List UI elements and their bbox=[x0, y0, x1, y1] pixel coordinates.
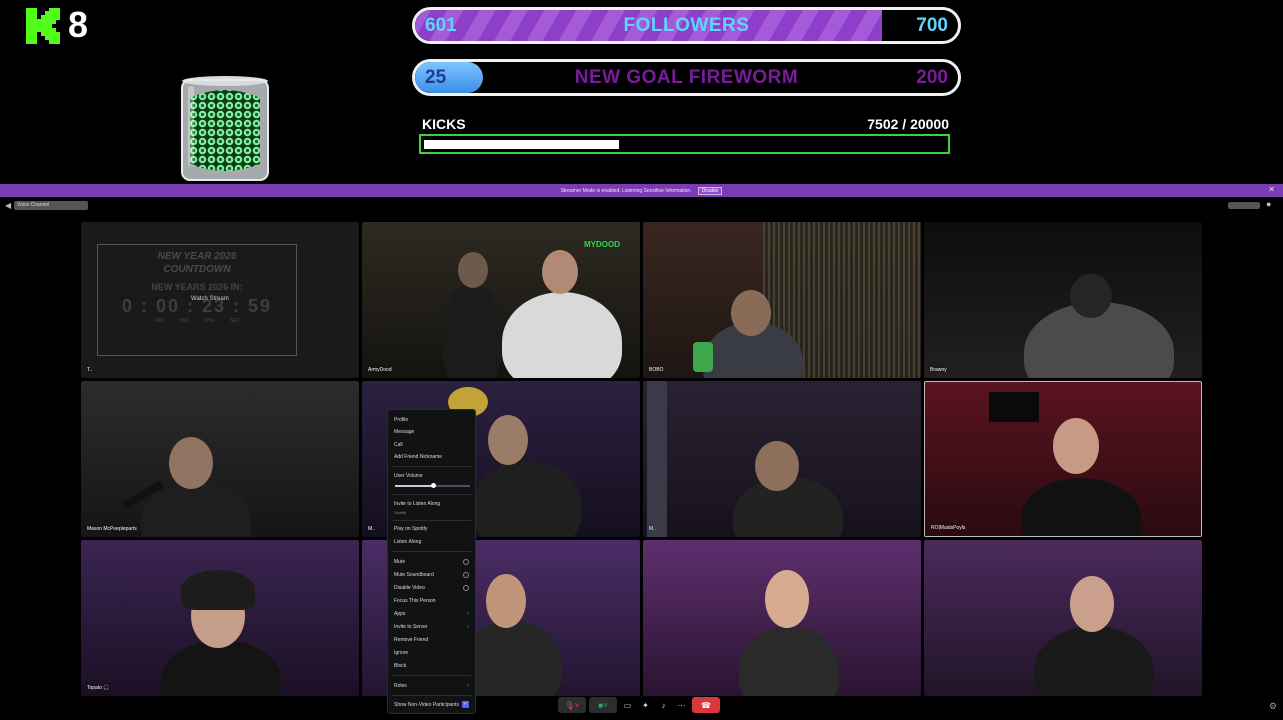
microphone-muted-icon[interactable]: 🎙︎˅ bbox=[558, 697, 586, 713]
voice-channel-name[interactable]: Voice Channel bbox=[14, 201, 88, 210]
participant-name: BOBO bbox=[649, 367, 664, 373]
checkmark-icon[interactable]: ✓ bbox=[462, 701, 469, 708]
followers-target: 700 bbox=[916, 14, 948, 36]
activities-icon[interactable]: ✦ bbox=[638, 697, 653, 713]
menu-item-invite-to-server-label: Invite to Server bbox=[394, 624, 428, 630]
participant-name: M.. bbox=[368, 526, 375, 532]
menu-item-apps-label: Apps bbox=[394, 611, 406, 617]
chevron-right-icon: › bbox=[467, 624, 469, 630]
kicks-value: 7502 / 20000 bbox=[867, 116, 949, 132]
mute-soundboard-checkbox[interactable] bbox=[463, 572, 469, 578]
menu-item-roles-label: Roles bbox=[394, 683, 407, 689]
video-tile[interactable]: Mason McPeepleparts bbox=[81, 381, 359, 537]
video-tile[interactable]: NEW YEAR 2026 COUNTDOWN NEW YEARS 2026 I… bbox=[81, 222, 359, 378]
watch-stream-button[interactable]: Watch Stream bbox=[191, 296, 229, 302]
participant-name: Brawny bbox=[930, 367, 947, 373]
menu-item-ignore[interactable]: Ignore bbox=[394, 649, 469, 657]
disable-streamer-mode-button[interactable]: Disable bbox=[697, 186, 723, 195]
menu-item-listen-along[interactable]: Listen Along bbox=[394, 538, 469, 546]
menu-item-disable-video-label: Disable Video bbox=[394, 585, 425, 591]
countdown-subtitle: NEW YEARS 2026 IN: bbox=[151, 282, 243, 292]
chevron-right-icon: › bbox=[467, 683, 469, 689]
participant-name: Topato 🎧 bbox=[87, 685, 110, 691]
banner-text: Streamer Mode is enabled. Listening Sens… bbox=[560, 187, 692, 194]
menu-item-roles[interactable]: Roles › bbox=[394, 682, 469, 690]
participant-name: RO|MaidsPoyls bbox=[931, 525, 966, 531]
streamer-mode-banner: Streamer Mode is enabled. Listening Sens… bbox=[0, 184, 1283, 197]
video-tile[interactable]: BOBO bbox=[643, 222, 921, 378]
video-tile[interactable] bbox=[643, 540, 921, 696]
menu-item-mute[interactable]: Mute bbox=[394, 558, 469, 566]
participant-name: M.. bbox=[649, 526, 656, 532]
menu-item-apps[interactable]: Apps › bbox=[394, 610, 469, 618]
menu-item-focus-person[interactable]: Focus This Person bbox=[394, 597, 469, 605]
participant-name: ArmyDood bbox=[368, 367, 392, 373]
menu-item-mute-soundboard-label: Mute Soundboard bbox=[394, 572, 434, 578]
soundboard-icon[interactable]: ♪ bbox=[656, 697, 671, 713]
participant-name: T.. bbox=[87, 367, 93, 373]
call-header: ◀ Voice Channel ● bbox=[0, 199, 1283, 213]
menu-item-invite-listen-along[interactable]: Invite to Listen Along bbox=[394, 500, 469, 508]
mute-checkbox[interactable] bbox=[463, 559, 469, 565]
countdown-title: NEW YEAR 2026 COUNTDOWN bbox=[157, 251, 237, 275]
fireworm-target: 200 bbox=[916, 66, 948, 88]
more-dots-icon[interactable]: ⋯ bbox=[674, 697, 689, 713]
call-status-pill[interactable] bbox=[1228, 202, 1260, 209]
menu-item-show-non-video[interactable]: Show Non-Video Participants ✓ bbox=[394, 701, 469, 709]
video-tile[interactable] bbox=[924, 540, 1202, 696]
countdown-units: DAY HRS MIN SEC bbox=[154, 318, 240, 324]
menu-item-invite-to-server[interactable]: Invite to Server › bbox=[394, 623, 469, 631]
kicks-label: KICKS bbox=[422, 116, 466, 132]
kicks-progress-bar bbox=[419, 134, 950, 154]
kicks-progress-fill bbox=[424, 140, 619, 149]
screen-share-icon[interactable]: ▭ bbox=[620, 697, 635, 713]
video-tile[interactable]: Brawny bbox=[924, 222, 1202, 378]
video-tile[interactable]: RO|MaidsPoyls bbox=[924, 381, 1202, 537]
menu-item-user-volume: User Volume bbox=[394, 473, 423, 479]
participant-name: Mason McPeepleparts bbox=[87, 526, 137, 532]
user-context-menu: Profile Message Call Add Friend Nickname… bbox=[387, 409, 476, 714]
call-controls: 🎙︎˅ ■˅ ▭ ✦ ♪ ⋯ ☎ bbox=[558, 696, 720, 714]
user-volume-slider-thumb[interactable] bbox=[431, 483, 436, 488]
menu-item-disable-video[interactable]: Disable Video bbox=[394, 584, 469, 592]
chevron-right-icon: › bbox=[467, 611, 469, 617]
followers-label: FOLLOWERS bbox=[623, 14, 750, 36]
camera-icon[interactable]: ■˅ bbox=[589, 697, 617, 713]
menu-item-show-non-video-label: Show Non-Video Participants bbox=[394, 702, 459, 708]
close-icon[interactable]: ✕ bbox=[1268, 185, 1275, 194]
menu-item-remove-friend[interactable]: Remove Friend bbox=[394, 636, 469, 644]
followers-goal-bar: 601 FOLLOWERS 700 bbox=[412, 7, 961, 44]
menu-item-mute-label: Mute bbox=[394, 559, 406, 565]
menu-item-block[interactable]: Block bbox=[394, 662, 469, 670]
kick-logo-icon bbox=[26, 8, 60, 44]
menu-item-spotify-subtext: Spotify bbox=[394, 510, 407, 515]
menu-item-add-friend-nickname[interactable]: Add Friend Nickname bbox=[394, 453, 469, 461]
video-tile[interactable]: MYDOOD ArmyDood bbox=[362, 222, 640, 378]
fireworm-label: NEW GOAL FIREWORM bbox=[574, 66, 799, 88]
user-volume-slider-fill bbox=[395, 485, 433, 487]
user-volume-slider[interactable] bbox=[395, 483, 470, 488]
video-tile[interactable]: M.. bbox=[643, 381, 921, 537]
video-tile[interactable]: Topato 🎧 bbox=[81, 540, 359, 696]
menu-item-profile[interactable]: Profile bbox=[394, 416, 469, 424]
speaker-icon[interactable]: ◀ bbox=[5, 201, 11, 210]
fireworm-goal-bar: 25 NEW GOAL FIREWORM 200 bbox=[412, 59, 961, 96]
jar-graphic bbox=[181, 76, 269, 181]
disable-video-checkbox[interactable] bbox=[463, 585, 469, 591]
menu-item-play-on-spotify[interactable]: Play on Spotify bbox=[394, 525, 469, 533]
kick-counter: 8 bbox=[68, 4, 90, 45]
chat-bubble-icon[interactable]: ● bbox=[1266, 199, 1271, 209]
menu-item-message[interactable]: Message bbox=[394, 428, 469, 436]
gear-icon[interactable]: ⚙ bbox=[1269, 701, 1277, 712]
menu-item-call[interactable]: Call bbox=[394, 441, 469, 449]
phone-hangup-icon[interactable]: ☎ bbox=[692, 697, 720, 713]
menu-item-mute-soundboard[interactable]: Mute Soundboard bbox=[394, 571, 469, 579]
